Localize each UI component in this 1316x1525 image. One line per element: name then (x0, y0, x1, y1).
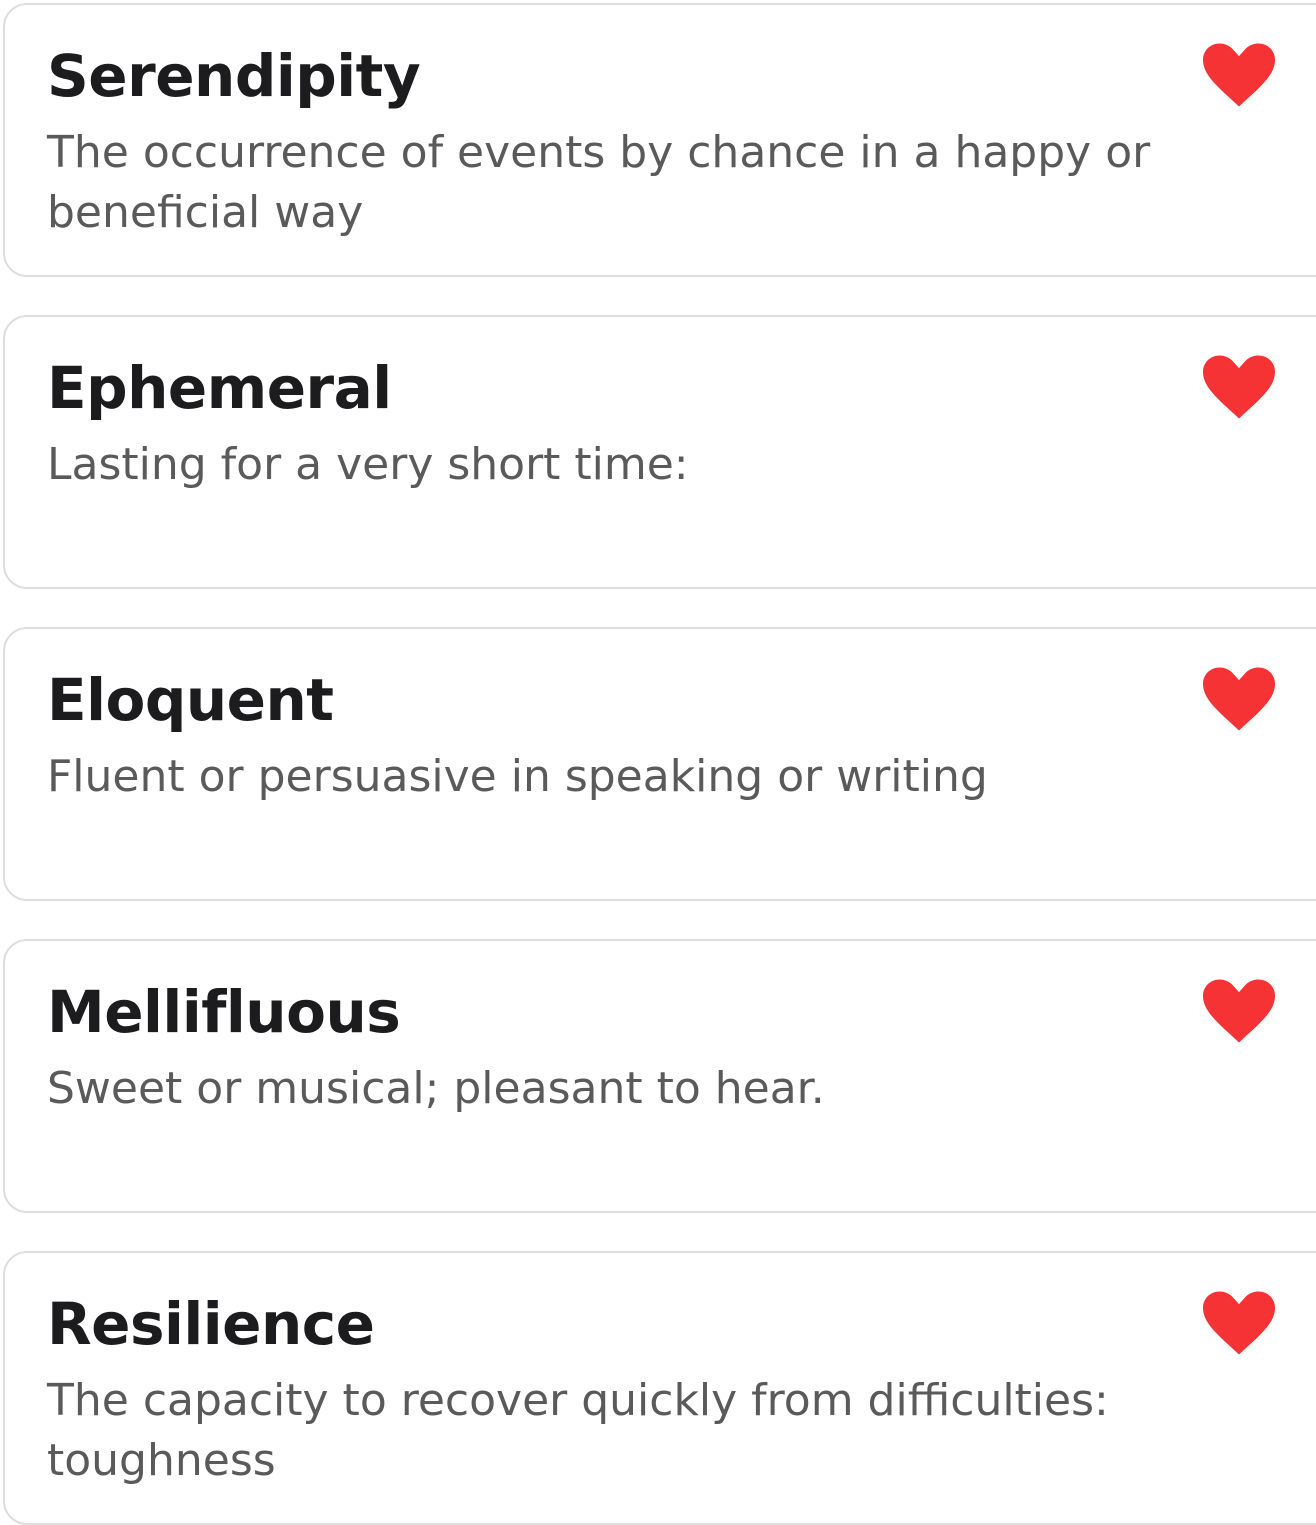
word-card[interactable]: Ephemeral Lasting for a very short time: (3, 315, 1316, 589)
word-definition: Lasting for a very short time: (47, 439, 689, 490)
word-title: Eloquent (47, 666, 334, 734)
heart-filled-icon (1203, 667, 1275, 731)
favorite-button[interactable] (1201, 41, 1277, 109)
heart-filled-icon (1203, 43, 1275, 107)
word-card[interactable]: Eloquent Fluent or persuasive in speakin… (3, 627, 1316, 901)
word-card[interactable]: Resilience The capacity to recover quick… (3, 1251, 1316, 1525)
word-card[interactable]: Serendipity The occurrence of events by … (3, 3, 1316, 277)
word-title: Mellifluous (47, 978, 401, 1046)
word-definition: The occurrence of events by chance in a … (47, 127, 1151, 238)
word-definition: Fluent or persuasive in speaking or writ… (47, 751, 988, 802)
heart-filled-icon (1203, 979, 1275, 1043)
word-card[interactable]: Mellifluous Sweet or musical; pleasant t… (3, 939, 1316, 1213)
favorite-button[interactable] (1201, 1289, 1277, 1357)
favorite-button[interactable] (1201, 665, 1277, 733)
favorite-button[interactable] (1201, 977, 1277, 1045)
word-list: Serendipity The occurrence of events by … (3, 3, 1316, 1525)
word-title: Ephemeral (47, 354, 392, 422)
word-title: Resilience (47, 1290, 375, 1358)
word-definition: Sweet or musical; pleasant to hear. (47, 1063, 825, 1114)
favorite-button[interactable] (1201, 353, 1277, 421)
heart-filled-icon (1203, 355, 1275, 419)
word-definition: The capacity to recover quickly from dif… (47, 1375, 1109, 1486)
word-title: Serendipity (47, 42, 421, 110)
heart-filled-icon (1203, 1291, 1275, 1355)
